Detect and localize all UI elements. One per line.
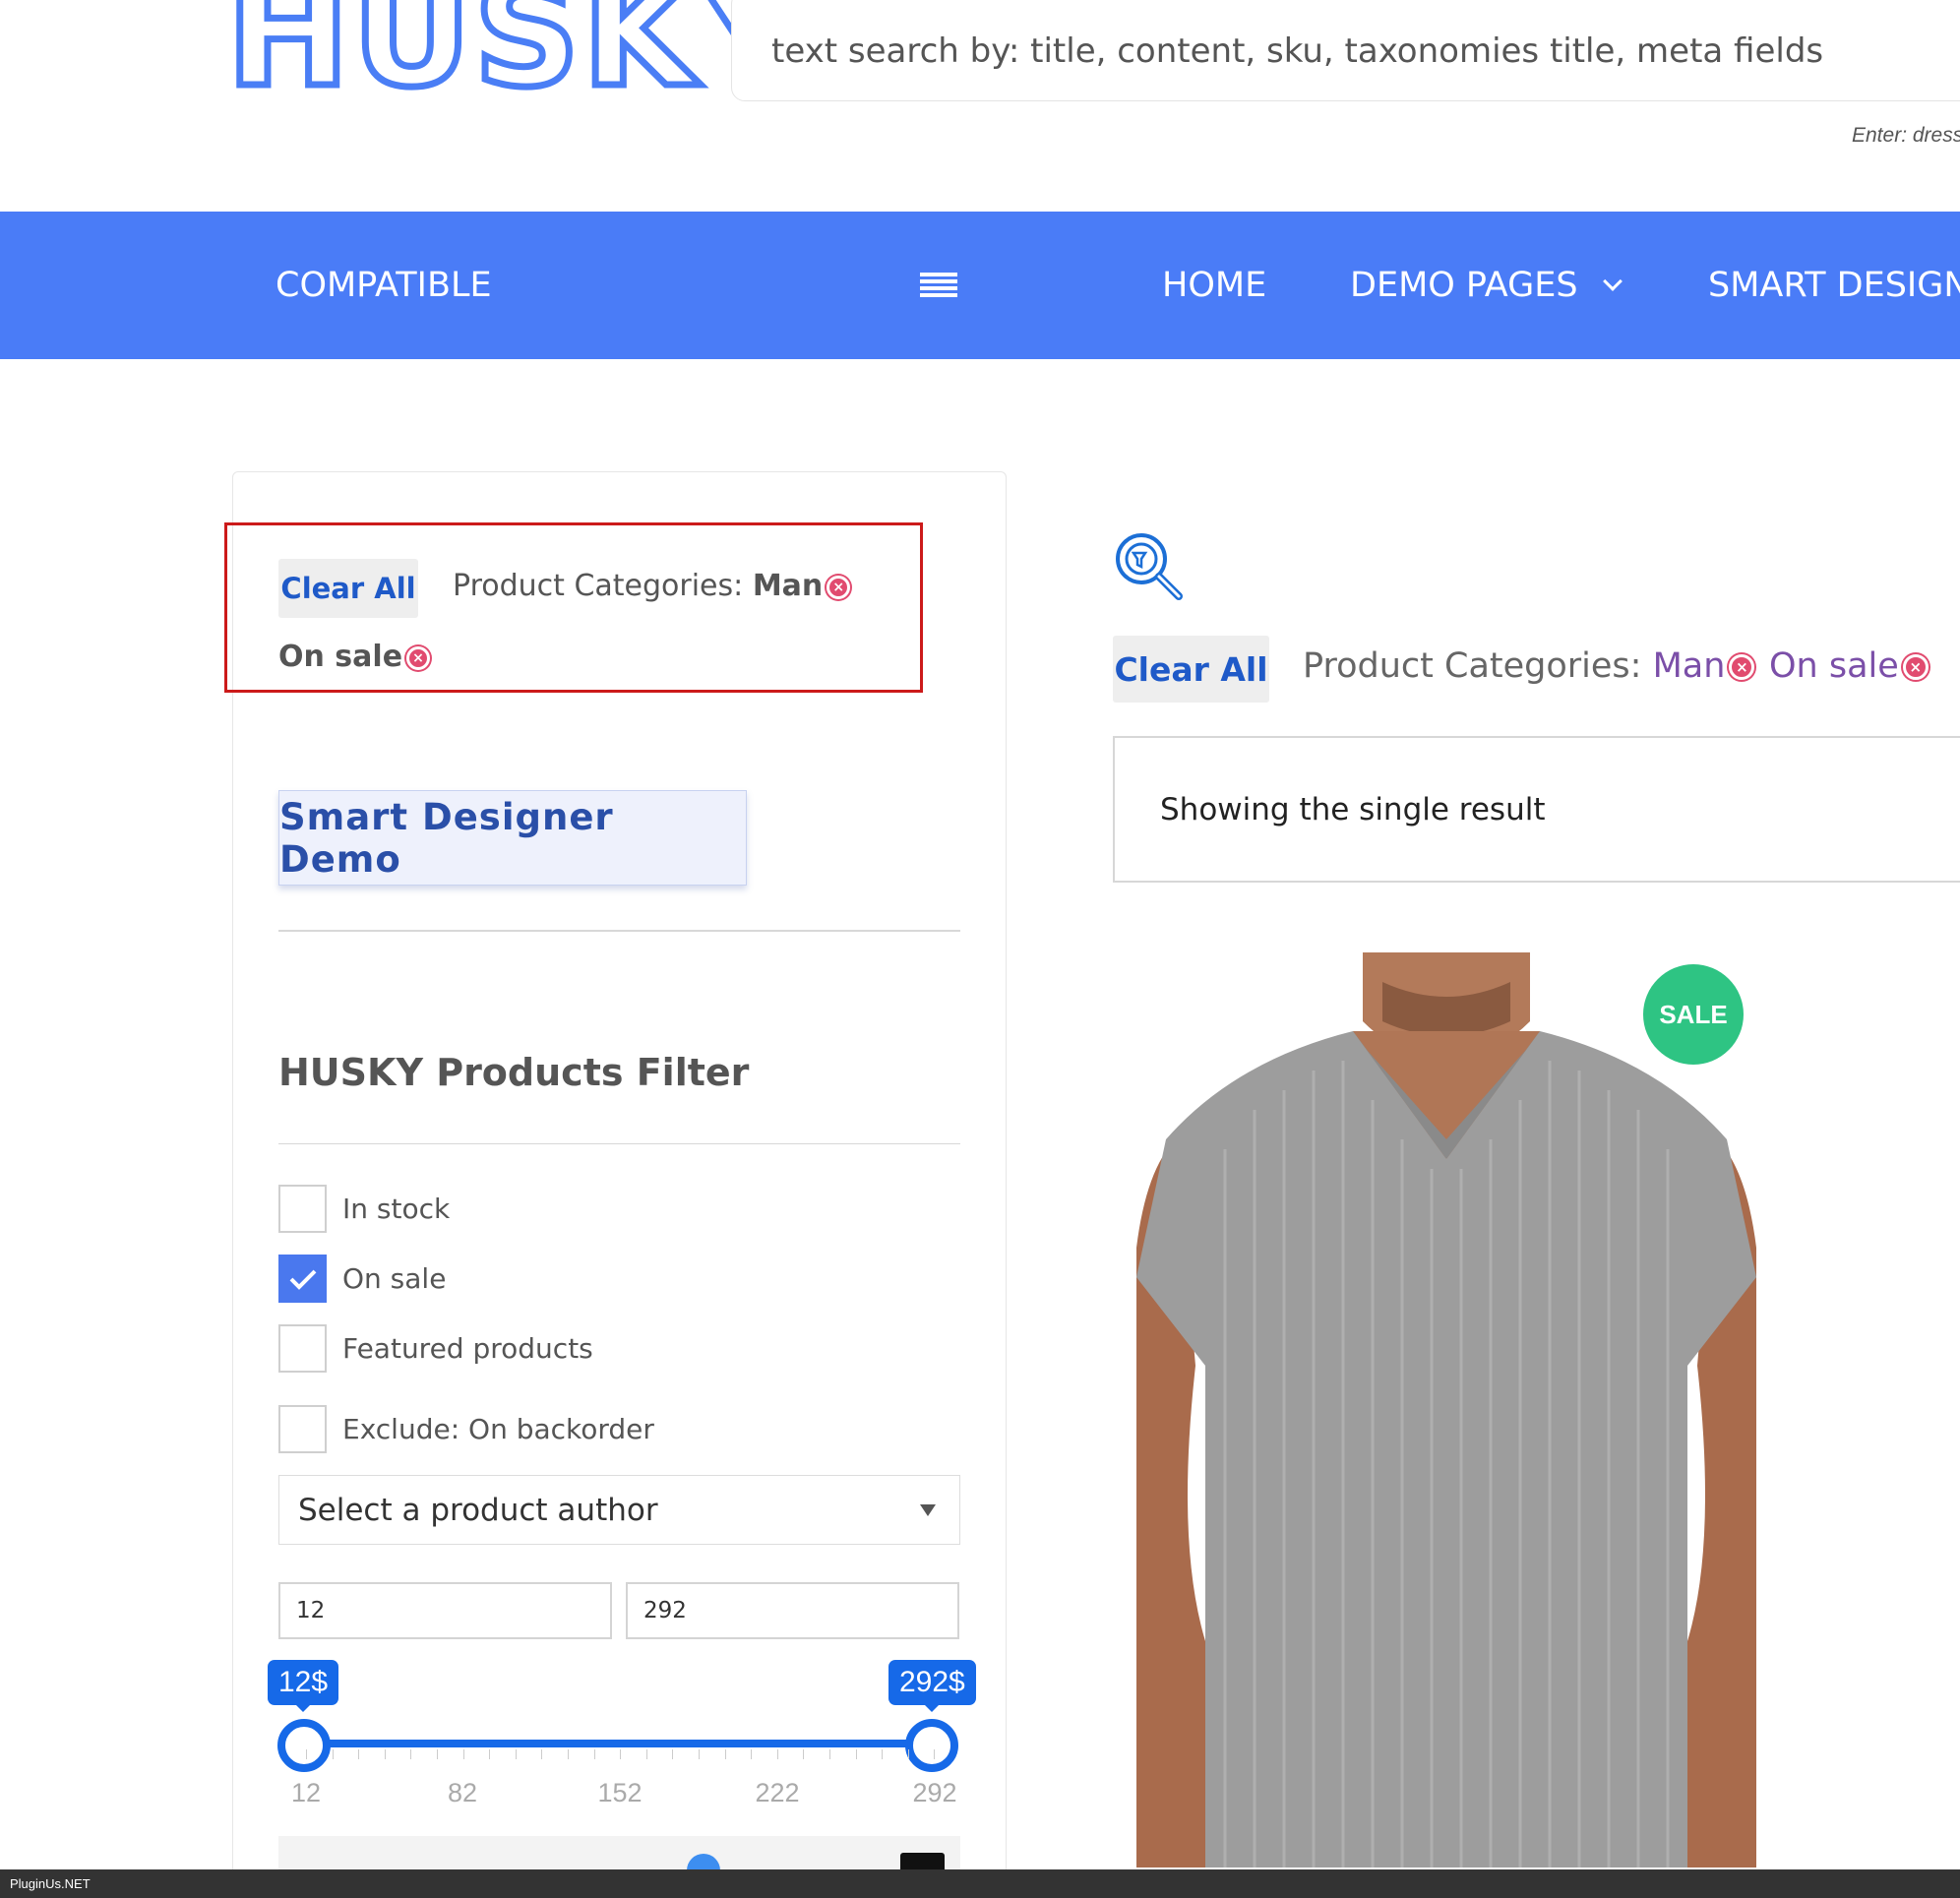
search-hint: Enter: dress	[1852, 124, 1960, 147]
slider-tick	[751, 1749, 753, 1759]
results-count-text: Showing the single result	[1160, 791, 1546, 827]
checkbox-label: Exclude: On backorder	[342, 1413, 654, 1445]
slider-tick	[882, 1749, 884, 1759]
main-filter-category: Product Categories: Man ×	[1303, 646, 1755, 686]
checkbox-in-stock[interactable]: In stock	[278, 1185, 450, 1233]
price-max-tooltip: 292$	[888, 1660, 976, 1712]
sidebar-clear-all-button[interactable]: Clear All	[278, 559, 418, 618]
checkbox-exclude-backorder[interactable]: Exclude: On backorder	[278, 1405, 654, 1453]
slider-tick	[568, 1749, 569, 1759]
checkbox-box[interactable]	[278, 1324, 327, 1373]
checkbox-box[interactable]	[278, 1185, 327, 1233]
filter-title: HUSKY Products Filter	[278, 1051, 750, 1094]
site-logo[interactable]: HUSKY	[222, 0, 808, 112]
remove-filter-icon[interactable]: ×	[406, 645, 431, 670]
search-filter-icon[interactable]	[1112, 529, 1186, 603]
slider-tick	[541, 1749, 543, 1759]
sidebar-on-sale-label: On sale	[278, 640, 403, 674]
price-tick-label: 222	[755, 1778, 800, 1807]
slider-tick	[672, 1749, 674, 1759]
slider-tick	[437, 1749, 438, 1759]
sidebar-filter-category: Product Categories: Man ×	[453, 569, 851, 603]
checkbox-label: Featured products	[342, 1332, 593, 1365]
slider-tick	[907, 1749, 909, 1759]
price-min-input[interactable]	[278, 1582, 612, 1639]
dropdown-arrow-icon	[920, 1504, 936, 1516]
main-category-label: Product Categories:	[1303, 646, 1642, 686]
sidebar-category-value: Man	[752, 569, 824, 603]
checkbox-box[interactable]	[278, 1255, 327, 1303]
sidebar-category-label: Product Categories:	[453, 569, 744, 603]
nav-item-demo-pages[interactable]: DEMO PAGES	[1350, 212, 1623, 359]
nav-item-smart-designer[interactable]: SMART DESIGNE	[1708, 212, 1960, 359]
slider-tick	[776, 1749, 778, 1759]
main-clear-all-button[interactable]: Clear All	[1113, 636, 1269, 703]
hamburger-menu-icon[interactable]	[920, 273, 957, 298]
price-tick-label: 82	[447, 1778, 478, 1807]
search-box[interactable]	[731, 0, 1960, 101]
main-navbar: COMPATIBLE HOME DEMO PAGES SMART DESIGNE	[0, 212, 1960, 359]
slider-tick	[489, 1749, 491, 1759]
slider-tick	[620, 1749, 622, 1759]
divider	[278, 930, 960, 932]
slider-tick	[829, 1749, 830, 1759]
product-author-select[interactable]: Select a product author	[278, 1475, 960, 1545]
product-image[interactable]	[1136, 952, 1756, 1867]
search-input[interactable]	[771, 31, 1952, 71]
nav-brand-compatible[interactable]: COMPATIBLE	[276, 212, 492, 359]
checkbox-label: On sale	[342, 1262, 447, 1295]
checkbox-label: In stock	[342, 1193, 451, 1225]
divider	[278, 1143, 960, 1144]
remove-filter-icon[interactable]: ×	[827, 575, 851, 599]
slider-tick	[462, 1749, 464, 1759]
price-min-tooltip: 12$	[268, 1660, 339, 1712]
smart-designer-demo-button[interactable]: Smart Designer Demo	[278, 790, 747, 886]
checkbox-on-sale[interactable]: On sale	[278, 1255, 446, 1303]
slider-tick	[358, 1749, 360, 1759]
price-min-handle[interactable]	[277, 1719, 331, 1772]
remove-filter-icon[interactable]: ×	[1902, 654, 1929, 680]
price-slider-track[interactable]	[303, 1740, 933, 1747]
main-on-sale-label[interactable]: On sale	[1769, 646, 1899, 686]
slider-tick	[724, 1749, 726, 1759]
checkbox-box[interactable]	[278, 1405, 327, 1453]
slider-tick	[803, 1749, 805, 1759]
slider-tick	[645, 1749, 647, 1759]
slider-tick	[384, 1749, 386, 1759]
remove-filter-icon[interactable]: ×	[1729, 654, 1755, 680]
slider-tick	[699, 1749, 700, 1759]
price-tick-label: 12	[290, 1778, 322, 1807]
main-category-value[interactable]: Man	[1653, 646, 1726, 686]
price-max-input[interactable]	[626, 1582, 959, 1639]
price-tick-label: 152	[597, 1778, 643, 1807]
sale-badge: SALE	[1643, 964, 1744, 1065]
product-tshirt-illustration	[1136, 952, 1756, 1867]
slider-tick	[515, 1749, 517, 1759]
nav-item-demo-pages-label: DEMO PAGES	[1350, 266, 1578, 305]
slider-tick	[855, 1749, 857, 1759]
slider-tick	[306, 1749, 307, 1759]
check-icon	[289, 1269, 316, 1290]
slider-tick	[332, 1749, 334, 1759]
slider-tick	[593, 1749, 595, 1759]
chevron-down-icon	[1602, 272, 1623, 291]
results-count: Showing the single result	[1113, 736, 1960, 883]
select-value: Select a product author	[298, 1492, 658, 1528]
price-max-handle[interactable]	[905, 1719, 958, 1772]
slider-tick	[410, 1749, 412, 1759]
sidebar-filter-on-sale: On sale ×	[278, 640, 431, 674]
nav-item-home[interactable]: HOME	[1162, 212, 1266, 359]
price-tick-label: 292	[912, 1778, 957, 1807]
checkbox-featured-products[interactable]: Featured products	[278, 1324, 593, 1373]
footer-bar: PluginUs.NET	[0, 1869, 1960, 1898]
main-filter-on-sale: On sale ×	[1769, 646, 1929, 686]
slider-tick	[934, 1749, 936, 1759]
